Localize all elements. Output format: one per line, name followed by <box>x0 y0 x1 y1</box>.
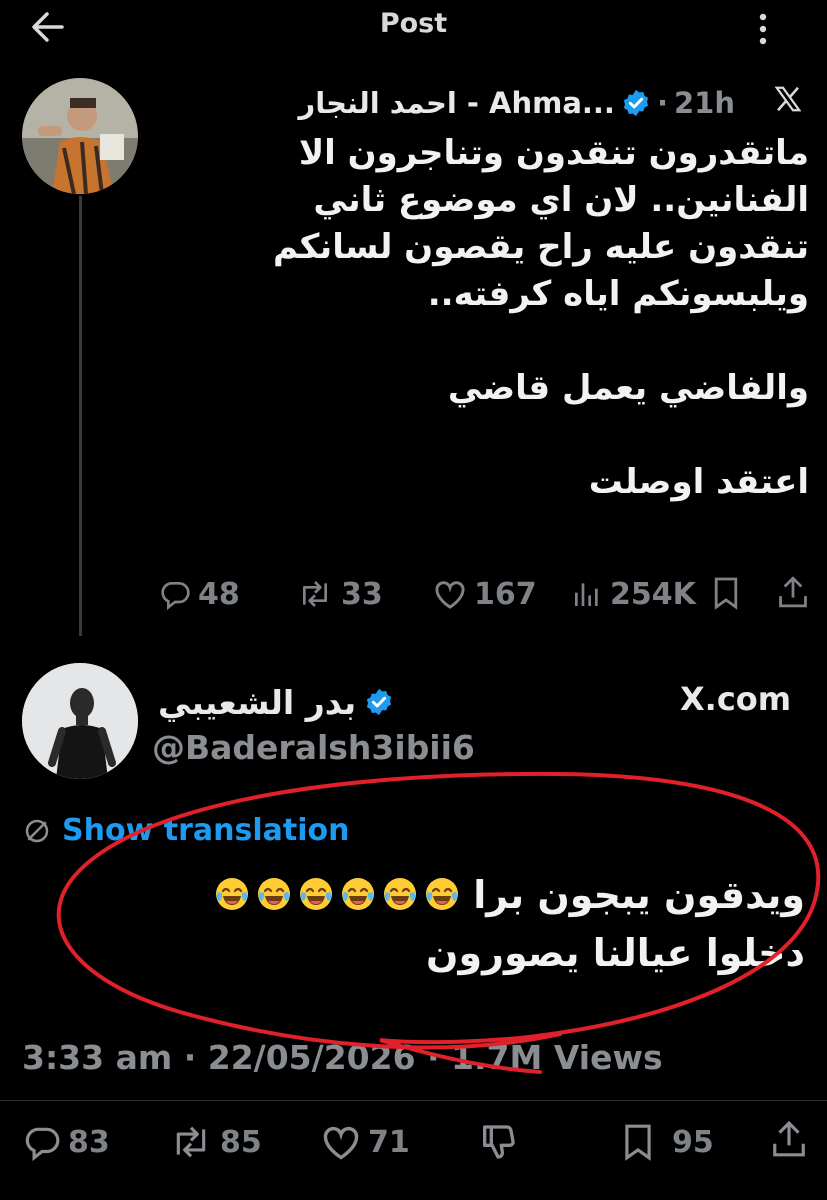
laughing-emoji-icon <box>341 878 374 910</box>
tweet1-author-name[interactable]: احمد النجار - Ahma... <box>299 86 615 120</box>
like-count: 71 <box>368 1124 410 1160</box>
tweet2-handle[interactable]: @Baderalsh3ibii6 <box>152 728 475 767</box>
tweet2-body: ويدقون يبجون برا دخلوا عيالنا يصورون <box>105 866 805 982</box>
reply-button[interactable]: 48 <box>158 574 240 614</box>
separator-dot: · <box>656 86 668 120</box>
thumbs-down-icon[interactable] <box>478 1122 518 1162</box>
like-button[interactable]: 71 <box>320 1120 410 1164</box>
heart-icon <box>435 581 465 609</box>
reply-button[interactable]: 83 <box>22 1120 110 1164</box>
laughing-emoji-icon <box>257 878 290 910</box>
tweet2-header: بدر الشعيبي <box>158 680 394 724</box>
repost-count: 33 <box>341 576 383 612</box>
more-vertical-icon[interactable] <box>752 12 774 46</box>
views-chart-icon <box>575 583 598 606</box>
tweet1-line: ماتقدرون تنقدون وتناجرون الا <box>298 133 809 173</box>
tweet1-line: تنقدون عليه راح يقصون لسانكم <box>273 227 809 267</box>
globe-icon <box>25 819 49 842</box>
tweet1-line: ويلبسونكم اياه كرفته.. <box>427 274 809 314</box>
reply-count: 83 <box>68 1124 110 1160</box>
like-count: 167 <box>474 576 537 612</box>
tweet1-body: ماتقدرون تنقدون وتناجرون الا الفنانين.. … <box>189 130 809 506</box>
laughing-emoji-icon <box>215 878 248 910</box>
avatar[interactable] <box>22 663 138 779</box>
tweet2-line: ويدقون يبجون برا <box>105 866 805 924</box>
tweet1-header: 21h · احمد النجار - Ahma... <box>299 80 736 126</box>
heart-icon <box>323 1126 359 1160</box>
laughing-emoji-icon <box>299 878 332 910</box>
laughing-emoji-icon <box>383 878 416 910</box>
tweet2-line: دخلوا عيالنا يصورون <box>426 931 805 975</box>
reply-count: 48 <box>198 576 240 612</box>
tweet1-line: والفاضي يعمل قاضي <box>447 368 809 408</box>
tweet2-meta: 3:33 am · 22/05/2026 · 1.7M Views <box>22 1038 663 1077</box>
laughing-emoji-icon <box>425 878 458 910</box>
reply-icon <box>25 1127 60 1161</box>
tweet2-author-name[interactable]: بدر الشعيبي <box>158 683 356 722</box>
x-logo-icon <box>773 84 803 114</box>
repost-icon <box>176 1126 206 1158</box>
tweet2-line-text: ويدقون يبجون برا <box>473 873 805 917</box>
tweet1-line: الفنانين.. لان اي موضوع ثاني <box>313 180 809 220</box>
share-icon[interactable] <box>776 574 810 610</box>
like-button[interactable]: 167 <box>432 574 537 614</box>
tweet1-time: 21h <box>673 86 735 120</box>
source-label: X.com <box>680 680 792 718</box>
bookmark-count: 95 <box>672 1124 714 1160</box>
laughing-emoji-row <box>208 873 460 917</box>
bookmark-icon[interactable] <box>712 576 740 610</box>
show-translation-link[interactable]: Show translation <box>22 813 349 848</box>
page-title: Post <box>379 8 448 39</box>
avatar[interactable] <box>22 78 138 194</box>
views-count: 254K <box>610 576 696 612</box>
share-icon[interactable] <box>770 1118 808 1160</box>
repost-icon <box>303 581 327 607</box>
repost-count: 85 <box>220 1124 262 1160</box>
divider <box>0 1100 827 1101</box>
verified-badge-icon <box>623 89 649 117</box>
show-translation-label: Show translation <box>62 813 350 848</box>
tweet1-line: اعتقد اوصلت <box>588 462 809 502</box>
bookmark-button[interactable]: 95 <box>622 1120 714 1164</box>
repost-button[interactable]: 33 <box>295 574 383 614</box>
thread-line <box>79 196 82 636</box>
bookmark-icon <box>625 1124 651 1161</box>
reply-icon <box>161 582 190 610</box>
verified-badge-icon <box>367 688 392 716</box>
repost-button[interactable]: 85 <box>168 1120 262 1164</box>
views-button[interactable]: 254K <box>570 574 696 614</box>
